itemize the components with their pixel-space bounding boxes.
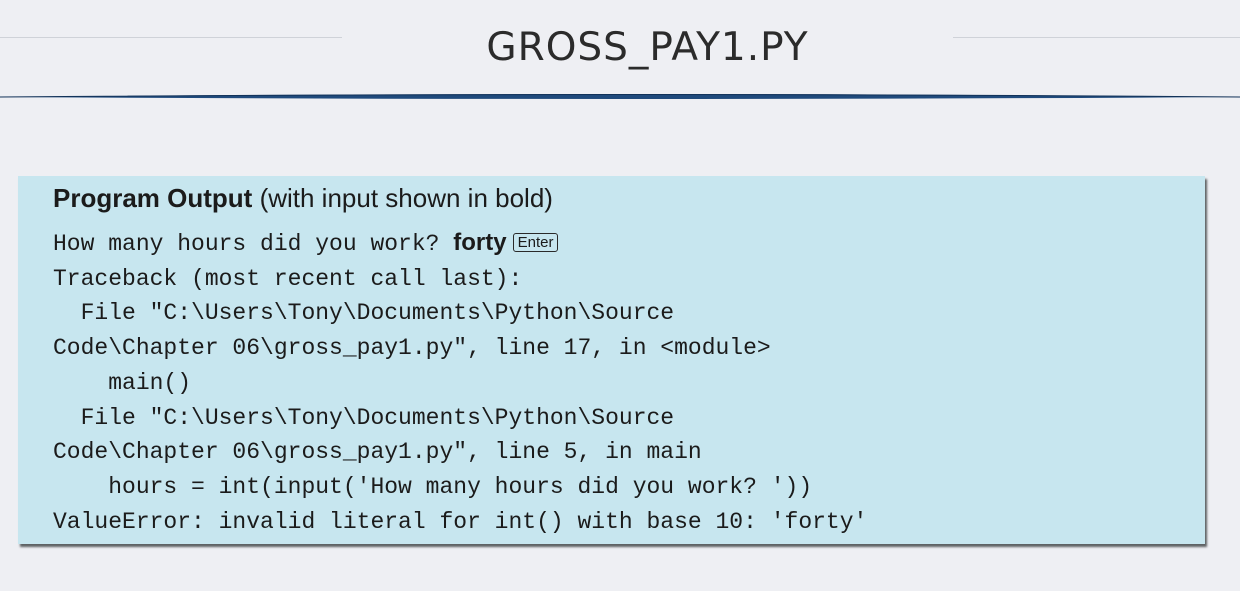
enter-key-icon: Enter	[512, 233, 559, 252]
title-rule-left	[0, 37, 342, 38]
user-input-text: forty	[453, 229, 507, 256]
prompt-text: How many hours did you work?	[53, 231, 454, 257]
console-line-prompt: How many hours did you work? forty Enter	[53, 226, 867, 262]
slide-title: GROSS_PAY1.PY	[486, 25, 809, 70]
title-rule-right	[953, 37, 1240, 38]
console-line: Code\Chapter 06\gross_pay1.py", line 17,…	[53, 335, 771, 362]
console-line: hours = int(input('How many hours did yo…	[53, 473, 813, 500]
console-line: Code\Chapter 06\gross_pay1.py", line 5, …	[53, 439, 702, 466]
console-line: ValueError: invalid literal for int() wi…	[53, 508, 868, 535]
console-line: File "C:\Users\Tony\Documents\Python\Sou…	[53, 300, 675, 327]
program-output-box: Program Output (with input shown in bold…	[18, 176, 1205, 544]
title-underline-band	[0, 94, 1240, 99]
console-line: File "C:\Users\Tony\Documents\Python\Sou…	[53, 404, 675, 431]
heading-bold-text: Program Output	[53, 183, 253, 213]
console-line: Traceback (most recent call last):	[53, 265, 523, 292]
program-output-heading: Program Output (with input shown in bold…	[53, 181, 553, 215]
console-line: main()	[53, 369, 192, 396]
console-output: How many hours did you work? forty Enter …	[53, 226, 867, 539]
heading-note-text: (with input shown in bold)	[252, 183, 553, 213]
